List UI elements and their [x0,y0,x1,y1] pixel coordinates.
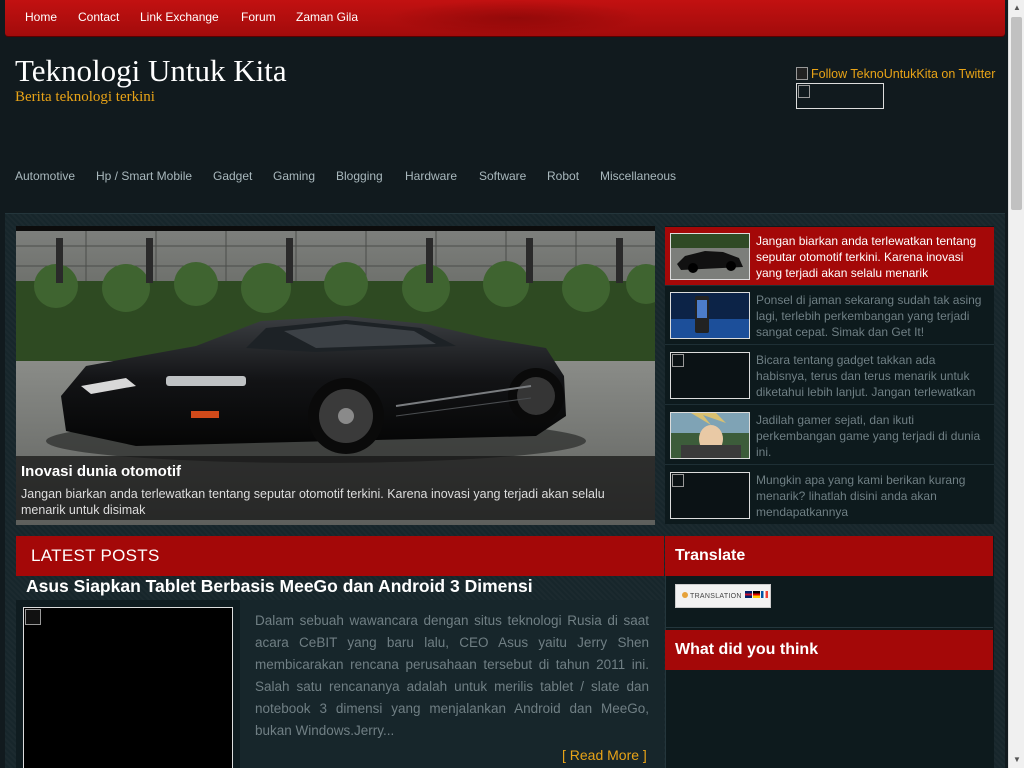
site-title[interactable]: Teknologi Untuk Kita [15,53,287,89]
broken-image-icon [672,474,684,487]
what-did-you-think-heading: What did you think [675,641,819,658]
nav-forum-link[interactable]: Forum [241,10,276,24]
what-did-you-think-widget-header: What did you think [665,630,993,670]
translate-widget-header: Translate [665,536,993,576]
slider-thumb-mobile[interactable]: Ponsel di jaman sekarang sudah tak asing… [665,286,994,345]
uk-flag-icon [745,591,753,598]
category-hp-smart-mobile-link[interactable]: Hp / Smart Mobile [96,169,192,183]
slider-thumb-misc[interactable]: Mungkin apa yang kami berikan kurang men… [665,466,994,525]
latest-posts-header: LATEST POSTS [16,536,664,576]
category-software-link[interactable]: Software [479,169,526,183]
slider-caption-text: Jangan biarkan anda terlewatkan tentang … [21,487,605,517]
category-miscellaneous-link[interactable]: Miscellaneous [600,169,676,183]
nav-home-link[interactable]: Home [25,10,57,24]
post-excerpt: Dalam sebuah wawancara dengan situs tekn… [255,613,649,738]
slider-thumb-text: Jadilah gamer sejati, dan ikuti perkemba… [756,413,981,459]
nav-zaman-gila-link[interactable]: Zaman Gila [296,10,358,24]
twitter-follow-link[interactable]: Follow TeknoUntukKita on Twitter [796,67,995,81]
scroll-down-arrow-icon[interactable]: ▼ [1009,752,1024,768]
slider-thumb-gadget[interactable]: Bicara tentang gadget takkan ada habisny… [665,346,994,405]
slider-thumb-text: Jangan biarkan anda terlewatkan tentang … [756,234,977,280]
site-tagline: Berita teknologi terkini [15,89,155,105]
slider-thumb-text: Bicara tentang gadget takkan ada habisny… [756,353,976,399]
broken-image-icon [25,609,41,625]
read-more-link[interactable]: [ Read More ] [562,747,647,763]
slider-caption-title[interactable]: Inovasi dunia otomotif [21,463,181,480]
nav-link-exchange-link[interactable]: Link Exchange [140,10,219,24]
translate-button[interactable]: TRANSLATION [675,584,771,608]
vertical-scrollbar[interactable]: ▲ ▼ [1008,0,1024,768]
broken-image-icon [796,67,808,80]
slider-thumb-text: Mungkin apa yang kami berikan kurang men… [756,473,966,519]
page: Home Contact Link Exchange Forum Zaman G… [0,0,1008,768]
category-robot-link[interactable]: Robot [547,169,579,183]
translate-heading: Translate [675,547,746,564]
header-banner-image[interactable] [796,83,884,109]
slider-thumb-gaming[interactable]: Jadilah gamer sejati, dan ikuti perkemba… [665,406,994,465]
nav-contact-link[interactable]: Contact [78,10,119,24]
thumb-image-car [670,233,750,280]
sidebar-divider [665,627,993,628]
category-gaming-link[interactable]: Gaming [273,169,315,183]
broken-image-icon [798,85,810,98]
latest-posts-heading: LATEST POSTS [31,546,160,565]
twitter-follow-text: Follow TeknoUntukKita on Twitter [811,67,996,81]
scroll-up-arrow-icon[interactable]: ▲ [1009,0,1024,16]
thumb-image-misc [670,472,750,519]
top-navigation-bar: Home Contact Link Exchange Forum Zaman G… [5,0,1005,36]
thumb-image-phone [670,292,750,339]
germany-flag-icon [753,591,761,598]
france-flag-icon [761,591,769,598]
category-gadget-link[interactable]: Gadget [213,169,252,183]
category-automotive-link[interactable]: Automotive [15,169,75,183]
broken-image-icon [672,354,684,367]
post-title-link[interactable]: Asus Siapkan Tablet Berbasis MeeGo dan A… [26,576,533,597]
thumb-image-gadget [670,352,750,399]
translate-button-label: TRANSLATION [690,593,742,600]
scrollbar-thumb[interactable] [1011,17,1022,210]
globe-icon [682,592,688,598]
slider-thumb-text: Ponsel di jaman sekarang sudah tak asing… [756,293,982,339]
thumb-image-game-character [670,412,750,459]
category-hardware-link[interactable]: Hardware [405,169,457,183]
category-blogging-link[interactable]: Blogging [336,169,383,183]
slider-thumb-automotive[interactable]: Jangan biarkan anda terlewatkan tentang … [665,227,994,286]
post-thumbnail-image[interactable] [23,607,233,768]
